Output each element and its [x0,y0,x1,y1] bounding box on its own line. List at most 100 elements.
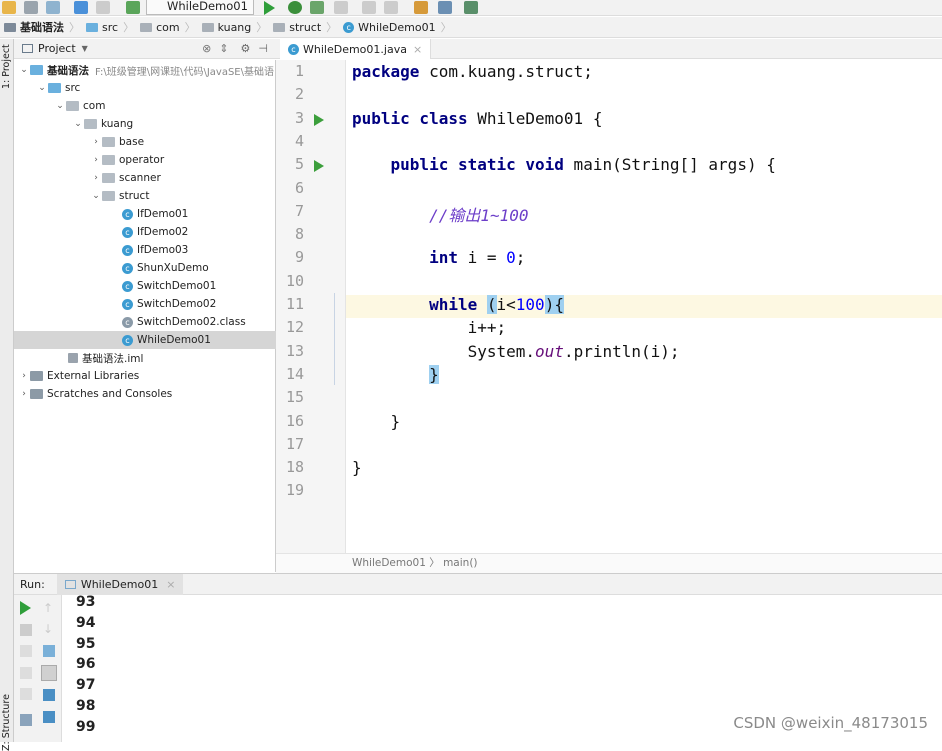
up-arrow-icon[interactable]: ↑ [43,601,55,615]
console-line: 98 [76,698,96,714]
crumb-class[interactable]: WhileDemo01 [352,557,426,569]
chevron-down-icon[interactable]: ⌄ [72,119,84,129]
pause-icon[interactable] [20,645,32,657]
project-view-icon [22,44,33,53]
chevron-right-icon[interactable]: › [90,155,102,165]
sdk-icon[interactable] [464,1,478,14]
code-token: } [352,411,401,431]
run-tab-whiledemo01[interactable]: WhileDemo01 × [56,573,184,595]
vcs-update-icon[interactable] [384,1,398,14]
scroll-to-end-icon[interactable] [41,665,57,681]
tree-item[interactable]: c ShunXuDemo [14,259,276,277]
chevron-down-icon[interactable]: ⌄ [54,101,66,111]
tree-item[interactable]: ⌄ 基础语法 F:\班级管理\网课班\代码\JavaSE\基础语 [14,61,276,79]
chevron-right-icon[interactable]: › [18,389,30,399]
project-tool-button[interactable]: 1: Project [1,44,12,89]
chevron-down-icon[interactable]: ⌄ [18,65,30,75]
settings-icon[interactable] [414,1,428,14]
run-icon[interactable] [264,1,275,15]
chevron-right-icon[interactable]: › [90,173,102,183]
run-gutter-icon[interactable] [314,160,324,173]
tree-item[interactable]: c IfDemo03 [14,241,276,259]
tree-item[interactable]: ⌄ src [14,79,276,97]
tree-item-label: base [119,136,145,148]
code-line: int i = 0; [352,248,525,267]
down-arrow-icon[interactable]: ↓ [43,622,55,636]
exit-icon[interactable] [20,688,32,700]
code-line: //输出1~100 [352,202,528,226]
stop-icon[interactable] [20,624,32,636]
tree-item[interactable]: c IfDemo02 [14,223,276,241]
structure-tool-button[interactable]: Z: Structure [1,694,12,751]
run-config-select[interactable]: WhileDemo01 ⌄ [146,0,254,28]
trash-icon[interactable] [43,711,55,723]
forward-icon[interactable] [96,1,110,14]
tree-item[interactable]: › operator [14,151,276,169]
print-icon[interactable] [43,689,55,701]
close-run-tab-icon[interactable]: × [166,578,175,591]
vcs-icon[interactable] [362,1,376,14]
tree-item-label: struct [119,190,150,202]
crumb-method[interactable]: main() [443,557,477,569]
chevron-down-icon[interactable]: ⌄ [90,191,102,201]
tree-item[interactable]: › scanner [14,169,276,187]
sync-icon[interactable] [46,1,60,14]
dump-threads-icon[interactable] [20,667,32,679]
project-view-select[interactable]: Project [38,42,76,55]
line-number: 15 [285,388,304,407]
tree-item[interactable]: c SwitchDemo02.class [14,313,276,331]
dropdown-arrow-icon[interactable]: ▼ [82,44,88,53]
code-editor[interactable]: 1 2 3 4 5 6 7 8 9 10 11 12 13 14 15 16 17 18 19 package co… [276,60,942,554]
tree-item-label: SwitchDemo02.class [137,316,246,328]
locate-icon[interactable]: ⊗ [202,42,211,55]
close-tab-icon[interactable]: × [413,43,422,56]
hide-panel-icon[interactable]: ⊣ [258,42,268,55]
tree-item[interactable]: ⌄ struct [14,187,276,205]
collapse-icon[interactable]: ⇕ [219,42,228,55]
code-token: i = [457,248,507,268]
breadcrumb-item[interactable]: com 〉 [140,19,196,35]
line-number: 13 [285,341,304,360]
tree-item[interactable]: ⌄ com [14,97,276,115]
stop-icon[interactable] [334,1,348,14]
run-config-label: WhileDemo01 [167,0,248,13]
chevron-down-icon[interactable]: ⌄ [36,83,48,93]
tree-item[interactable]: 基础语法.iml [14,349,276,367]
code-line: i++; [352,318,507,337]
tree-item[interactable]: ⌄ kuang [14,115,276,133]
build-icon[interactable] [126,1,140,14]
breadcrumb-item[interactable]: src 〉 [86,19,134,35]
breadcrumb-label: 基础语法 [20,21,64,34]
chevron-right-icon[interactable]: › [18,371,30,381]
coverage-icon[interactable] [310,1,324,14]
tab-whiledemo01[interactable]: c WhileDemo01.java × [280,39,432,59]
save-icon[interactable] [24,1,38,14]
breadcrumb-item[interactable]: kuang 〉 [201,19,267,35]
tree-item[interactable]: › External Libraries [14,367,276,385]
layout-icon[interactable] [20,714,32,726]
tree-item[interactable]: › base [14,133,276,151]
tree-item[interactable]: c IfDemo01 [14,205,276,223]
tree-item[interactable]: c WhileDemo01 [14,331,276,349]
breadcrumb-item[interactable]: c WhileDemo01 〉 [343,19,452,35]
soft-wrap-icon[interactable] [43,645,55,657]
code-token: ( [486,295,497,314]
breadcrumb-item[interactable]: 基础语法〉 [4,19,80,35]
breadcrumb-item[interactable]: struct 〉 [273,19,337,35]
tree-item[interactable]: c SwitchDemo02 [14,295,276,313]
project-structure-icon[interactable] [438,1,452,14]
debug-icon[interactable] [288,1,302,14]
gear-icon[interactable]: ⚙ [241,42,251,55]
open-folder-icon[interactable] [2,1,16,14]
editor-breadcrumb: WhileDemo01 〉 main() [276,553,942,573]
console-line: 96 [76,656,96,673]
code-line: package com.kuang.struct; [352,62,593,81]
run-gutter-icon[interactable] [314,113,324,126]
code-token: public static void [352,155,564,175]
chevron-right-icon: 〉 [123,21,135,34]
tree-item[interactable]: c SwitchDemo01 [14,277,276,295]
rerun-icon[interactable] [20,601,31,615]
tree-item[interactable]: › Scratches and Consoles [14,385,276,403]
chevron-right-icon[interactable]: › [90,137,102,147]
back-icon[interactable] [74,1,88,14]
